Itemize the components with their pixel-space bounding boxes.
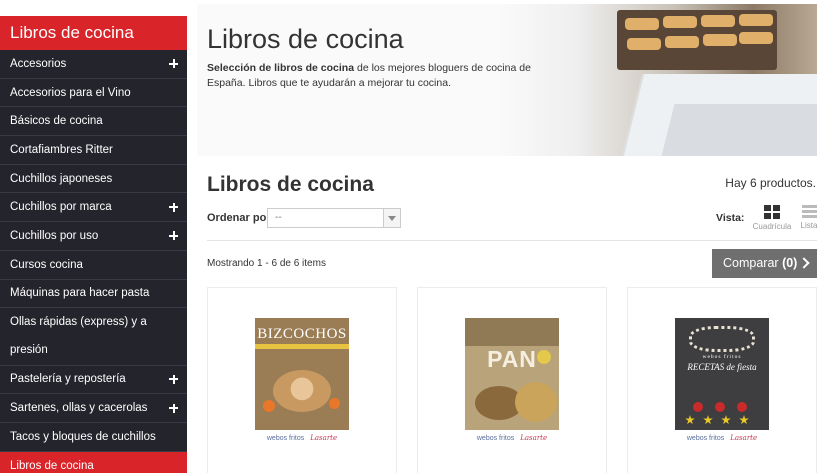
expand-plus-icon[interactable]: [169, 59, 178, 69]
sidebar-item-cuchillos-marca[interactable]: Cuchillos por marca: [0, 193, 187, 223]
banner-title: Libros de cocina: [207, 24, 404, 54]
compare-count: (0): [782, 256, 798, 270]
product-card[interactable]: webos fritos RECETAS de fiesta webos frit…: [627, 287, 817, 473]
sidebar-item-cuchillos-japoneses[interactable]: Cuchillos japoneses: [0, 165, 187, 194]
cover-pretitle: webos fritos: [702, 354, 742, 360]
publisher-logos: webos fritos Lasarte: [208, 434, 396, 442]
sidebar-item-label: Cuchillos japoneses: [10, 172, 113, 185]
sidebar-item-label: Sartenes, ollas y cacerolas: [10, 402, 148, 415]
sidebar-item-label: Pastelería y repostería: [10, 373, 126, 386]
expand-plus-icon[interactable]: [169, 231, 178, 241]
sidebar-item-basicos[interactable]: Básicos de cocina: [0, 107, 187, 137]
category-title: Libros de cocina: [207, 173, 374, 196]
view-grid-caption: Cuadrícula: [752, 222, 792, 231]
sidebar-item-cuchillos-uso[interactable]: Cuchillos por uso: [0, 222, 187, 251]
banner-tray-image: [617, 10, 777, 70]
sidebar-item-label: Cursos cocina: [10, 258, 83, 271]
sidebar-item-cortafiambres[interactable]: Cortafiambres Ritter: [0, 136, 187, 165]
compare-label: Comparar: [723, 256, 779, 270]
sidebar-item-label: Tacos y bloques de cuchillos: [10, 430, 156, 443]
sidebar-item-pasteleria[interactable]: Pastelería y repostería: [0, 366, 187, 395]
view-grid-button[interactable]: Cuadrícula: [752, 205, 792, 231]
product-cover-image[interactable]: BIZCOCHOS: [255, 318, 349, 430]
sidebar-item-label: Cuchillos por uso: [10, 229, 99, 242]
cover-title: webos fritos RECETAS de fiesta: [675, 352, 769, 372]
imprint-name: Lasarte: [310, 434, 338, 442]
sidebar-item-libros[interactable]: Libros de cocina: [0, 451, 187, 473]
sort-label: Ordenar por: [207, 212, 271, 224]
view-label: Vista:: [716, 212, 745, 224]
expand-plus-icon[interactable]: [169, 202, 178, 212]
cover-title: BIZCOCHOS: [257, 326, 347, 342]
sidebar-item-ollas-rapidas[interactable]: Ollas rápidas (express) y a presión: [0, 308, 187, 366]
sidebar-item-label: Básicos de cocina: [10, 115, 103, 128]
sidebar-header[interactable]: Libros de cocina: [0, 16, 187, 50]
list-view-icon[interactable]: [801, 205, 817, 218]
banner-description: Selección de libros de cocina de los mej…: [207, 61, 562, 91]
imprint-name: Lasarte: [520, 434, 548, 442]
cover-title-text: RECETAS de fiesta: [687, 362, 757, 372]
banner-description-bold: Selección de libros de cocina: [207, 62, 355, 74]
grid-view-icon[interactable]: [764, 205, 780, 219]
view-list-caption: Lista: [800, 221, 818, 230]
category-sidebar: Libros de cocina Accesorios Accesorios p…: [0, 16, 187, 473]
chevron-right-icon: [798, 257, 810, 269]
sidebar-item-accesorios[interactable]: Accesorios: [0, 50, 187, 79]
expand-plus-icon[interactable]: [169, 403, 178, 413]
publisher-logos: webos fritos Lasarte: [628, 434, 816, 442]
publisher-name: webos fritos: [686, 435, 725, 442]
product-count: Hay 6 productos.: [725, 176, 816, 190]
publisher-name: webos fritos: [266, 435, 305, 442]
view-list-button[interactable]: Lista: [797, 205, 821, 230]
compare-button[interactable]: Comparar (0): [712, 249, 817, 278]
chevron-down-icon[interactable]: [383, 209, 400, 227]
product-card[interactable]: BIZCOCHOS webos fritos Lasarte: [207, 287, 397, 473]
imprint-name: Lasarte: [730, 434, 758, 442]
sidebar-item-label: Libros de cocina: [10, 459, 94, 472]
publisher-logos: webos fritos Lasarte: [418, 434, 606, 442]
sidebar-item-label: Cuchillos por marca: [10, 201, 112, 214]
sidebar-item-maquinas-pasta[interactable]: Máquinas para hacer pasta: [0, 280, 187, 309]
sidebar-item-label: Accesorios para el Vino: [10, 86, 131, 99]
expand-plus-icon[interactable]: [169, 374, 178, 384]
product-card[interactable]: PAN webos fritos Lasarte: [417, 287, 607, 473]
sidebar-item-label: Accesorios: [10, 57, 67, 70]
sort-select[interactable]: --: [267, 208, 401, 228]
sidebar-item-cursos[interactable]: Cursos cocina: [0, 251, 187, 280]
product-cover-image[interactable]: webos fritos RECETAS de fiesta: [675, 318, 769, 430]
sidebar-item-label: Ollas rápidas (express) y a presión: [10, 316, 147, 357]
sidebar-item-label: Cortafiambres Ritter: [10, 143, 113, 156]
sidebar-item-sartenes[interactable]: Sartenes, ollas y cacerolas: [0, 394, 187, 423]
sidebar-item-tacos[interactable]: Tacos y bloques de cuchillos: [0, 423, 187, 452]
publisher-name: webos fritos: [476, 435, 515, 442]
toolbar-divider: [207, 240, 817, 241]
sort-select-value: --: [275, 212, 282, 223]
pagination-summary: Mostrando 1 - 6 de 6 items: [207, 258, 326, 269]
product-cover-image[interactable]: PAN: [465, 318, 559, 430]
sidebar-item-accesorios-vino[interactable]: Accesorios para el Vino: [0, 79, 187, 108]
sidebar-item-label: Máquinas para hacer pasta: [10, 287, 150, 300]
category-banner: Libros de cocina Selección de libros de …: [197, 4, 817, 156]
